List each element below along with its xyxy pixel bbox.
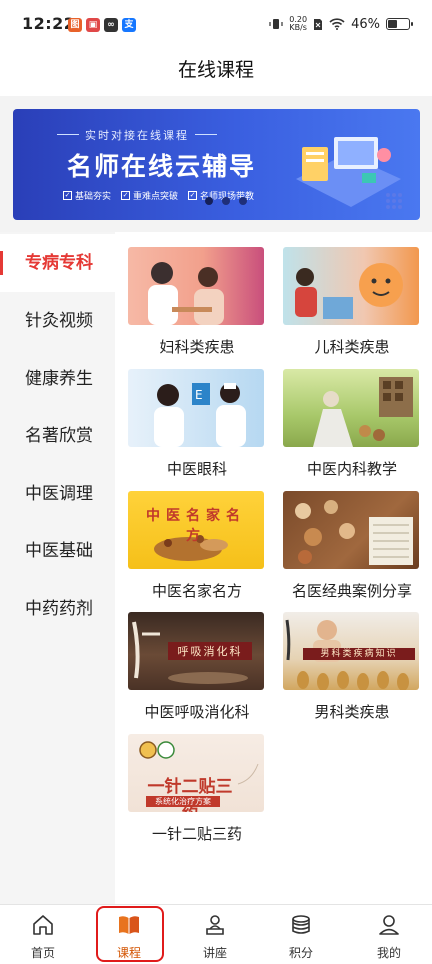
course-thumbnail: 一针二贴三药 系统化治疗方案 — [128, 734, 264, 812]
battery-text: 46% — [351, 16, 380, 32]
notification-app-icon: ∞ — [104, 18, 118, 32]
status-bar: 12:22 图 ▣ ∞ 支 0.20 KB/s 46% — [0, 0, 432, 48]
page-header: 在线课程 — [0, 48, 432, 96]
course-title: 中医呼吸消化科 — [144, 703, 250, 721]
course-card-fuke[interactable]: 妇科类疾患 — [128, 247, 266, 357]
bottom-nav: 首页 课程 讲座 积分 我的 — [0, 904, 432, 964]
home-icon — [33, 915, 53, 935]
course-title: 中医内科教学 — [306, 460, 397, 478]
course-title: 儿科类疾患 — [314, 338, 390, 356]
thumbnail-banner-text: 中医名家名方 — [146, 508, 246, 544]
carousel-dot[interactable] — [239, 197, 247, 205]
course-thumbnail — [283, 247, 419, 325]
course-card-yanke[interactable]: E 中医眼科 — [128, 369, 266, 479]
tab-lectures[interactable]: 讲座 — [172, 905, 258, 964]
thumbnail-banner-subtext: 系统化治疗方案 — [155, 797, 211, 806]
herb-table-illustration — [295, 500, 413, 565]
course-thumbnail: E — [128, 369, 264, 447]
banner-subtitle: 实时对接在线课程 — [57, 129, 217, 142]
course-thumbnail — [283, 369, 419, 447]
user-icon — [379, 915, 399, 935]
course-thumbnail: 中医名家名方 — [128, 491, 264, 569]
tab-home[interactable]: 首页 — [0, 905, 86, 964]
carousel-dot[interactable] — [222, 197, 230, 205]
course-title: 妇科类疾患 — [159, 338, 235, 356]
notification-app-icon: 支 — [122, 18, 136, 32]
course-title: 男科类疾患 — [314, 703, 390, 721]
tab-label: 首页 — [30, 946, 55, 960]
tab-label: 讲座 — [202, 946, 227, 960]
thumbnail-banner-text: 男科类疾病知识 — [320, 649, 398, 659]
tab-points[interactable]: 积分 — [258, 905, 344, 964]
battery-icon — [386, 18, 413, 30]
highlight-box — [96, 906, 164, 962]
child-sick-illustration — [295, 263, 403, 319]
lecture-icon — [206, 915, 224, 935]
net-speed: 0.20 KB/s — [289, 15, 308, 32]
coins-icon — [292, 915, 310, 934]
eye-exam-illustration: E — [154, 383, 246, 447]
promo-banner[interactable]: 实时对接在线课程 名师在线云辅导 ✓基础夯实 ✓重难点突破 ✓名师现场带教 — [13, 109, 420, 220]
page-title: 在线课程 — [177, 59, 254, 81]
course-thumbnail: 呼吸消化科 — [128, 612, 264, 690]
course-title: 一针二贴三药 — [151, 825, 242, 843]
no-sim-icon — [314, 18, 323, 30]
banner-title: 名师在线云辅导 — [67, 152, 257, 181]
check-icon: ✓ — [188, 191, 198, 200]
banner-feature: ✓ 基础夯实 — [63, 191, 112, 202]
battery-level — [388, 20, 397, 28]
status-right-cluster: 0.20 KB/s 46% — [269, 14, 413, 34]
tab-label: 我的 — [376, 946, 401, 960]
category-item-zhuanbing[interactable]: 专病专科 — [0, 234, 115, 292]
course-title: 中医名家名方 — [151, 582, 242, 600]
banner-container: 实时对接在线课程 名师在线云辅导 ✓基础夯实 ✓重难点突破 ✓名师现场带教 — [0, 96, 432, 232]
course-card-nanke[interactable]: 男科类疾病知识 男科类疾患 — [283, 612, 421, 722]
course-card-erke[interactable]: 儿科类疾患 — [283, 247, 421, 357]
wifi-icon — [329, 18, 345, 30]
banner-illustration — [296, 137, 402, 209]
check-icon: ✓ — [121, 191, 131, 200]
svg-text:E: E — [195, 388, 203, 402]
course-card-neike[interactable]: 中医内科教学 — [283, 369, 421, 479]
carousel-dots — [205, 197, 247, 205]
carousel-dot[interactable] — [205, 197, 213, 205]
category-item-yangsheng[interactable]: 健康养生 — [0, 350, 115, 408]
course-card-anli[interactable]: 名医经典案例分享 — [283, 491, 421, 601]
course-thumbnail — [283, 491, 419, 569]
course-grid: 妇科类疾患 儿科类疾患 E 中医眼科 中医内科教学 中医名家名方 中医名家名方 … — [115, 232, 432, 904]
course-card-huxi[interactable]: 呼吸消化科 中医呼吸消化科 — [128, 612, 266, 722]
course-title: 中医眼科 — [166, 460, 227, 478]
check-icon: ✓ — [63, 191, 72, 200]
course-card-yizhen[interactable]: 一针二贴三药 系统化治疗方案 一针二贴三药 — [128, 734, 266, 844]
doctor-patient-illustration — [148, 262, 224, 325]
category-sidebar: 专病专科 针灸视频 健康养生 名著欣赏 中医调理 中医基础 中药药剂 — [0, 232, 115, 904]
banner-feature: ✓ 重难点突破 — [121, 191, 179, 202]
course-thumbnail: 男科类疾病知识 — [283, 612, 419, 690]
course-card-mingjia[interactable]: 中医名家名方 中医名家名方 — [128, 491, 266, 601]
category-item-mingzhu[interactable]: 名著欣赏 — [0, 407, 115, 465]
vibrate-icon — [269, 19, 283, 29]
category-item-yaoji[interactable]: 中药药剂 — [0, 580, 115, 638]
course-thumbnail — [128, 247, 264, 325]
category-item-jichu[interactable]: 中医基础 — [0, 522, 115, 580]
tcm-scholar-illustration — [313, 377, 413, 447]
course-title: 名医经典案例分享 — [291, 582, 412, 600]
notification-app-icon: ▣ — [86, 18, 100, 32]
tab-me[interactable]: 我的 — [346, 905, 432, 964]
thumbnail-banner-text: 呼吸消化科 — [177, 645, 243, 658]
category-item-zhenjiu[interactable]: 针灸视频 — [0, 292, 115, 350]
category-item-tiaoli[interactable]: 中医调理 — [0, 465, 115, 523]
notification-app-icon: 图 — [68, 18, 82, 32]
tab-label: 积分 — [288, 946, 313, 960]
